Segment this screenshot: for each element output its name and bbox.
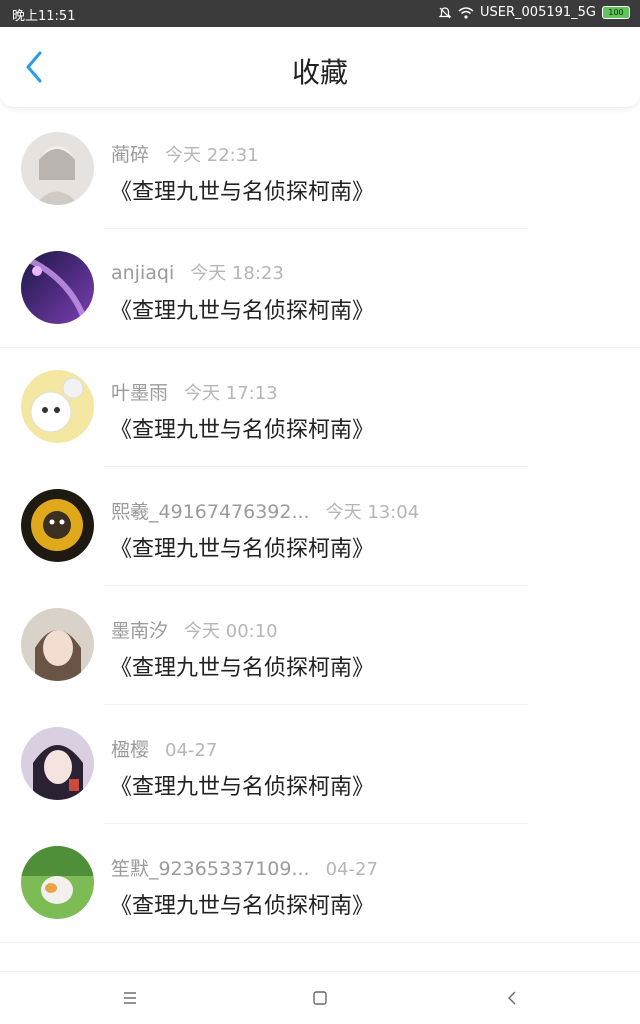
item-meta: 熙羲_49167476392... 今天 13:04 bbox=[111, 497, 419, 524]
status-time: 晚上11:51 bbox=[12, 9, 76, 24]
item-meta: 叶墨雨 今天 17:13 bbox=[111, 378, 278, 405]
user-name: 叶墨雨 bbox=[111, 382, 169, 404]
home-button[interactable] bbox=[306, 984, 334, 1012]
list-item[interactable]: 笙默_92365337109... 04-27 《查理九世与名侦探柯南》 bbox=[0, 824, 640, 943]
user-name: 楹樱 bbox=[111, 739, 150, 761]
item-title: 《查理九世与名侦探柯南》 bbox=[110, 537, 375, 562]
item-title: 《查理九世与名侦探柯南》 bbox=[110, 180, 375, 205]
back-nav-icon bbox=[508, 991, 516, 1005]
item-meta: 蔺碎 今天 22:31 bbox=[111, 140, 259, 167]
user-name: anjiaqi bbox=[111, 262, 175, 284]
item-meta: anjiaqi 今天 18:23 bbox=[111, 259, 284, 285]
item-meta: 笙默_92365337109... 04-27 bbox=[111, 854, 378, 881]
menu-button[interactable] bbox=[116, 984, 144, 1012]
item-title: 《查理九世与名侦探柯南》 bbox=[110, 775, 375, 800]
list-item[interactable]: 墨南汐 今天 00:10 《查理九世与名侦探柯南》 bbox=[0, 586, 640, 705]
favorites-list: 蔺碎 今天 22:31 《查理九世与名侦探柯南》 anjiaqi 今天 18:23 … bbox=[0, 110, 640, 968]
network-name: USER_005191_5G bbox=[480, 5, 596, 20]
item-meta: 墨南汐 今天 00:10 bbox=[111, 616, 278, 643]
list-item[interactable]: 蔺碎 今天 22:31 《查理九世与名侦探柯南》 bbox=[0, 110, 640, 229]
user-name: 熙羲_49167476392... bbox=[111, 501, 310, 523]
avatar bbox=[21, 370, 94, 443]
item-time: 今天 18:23 bbox=[190, 263, 284, 284]
item-time: 今天 00:10 bbox=[184, 621, 278, 642]
item-title: 《查理九世与名侦探柯南》 bbox=[110, 418, 375, 443]
item-title: 《查理九世与名侦探柯南》 bbox=[110, 894, 375, 919]
home-icon bbox=[313, 991, 327, 1005]
system-nav-bar bbox=[0, 971, 640, 1024]
avatar bbox=[21, 489, 94, 562]
item-title: 《查理九世与名侦探柯南》 bbox=[110, 299, 375, 324]
divider bbox=[0, 942, 640, 943]
item-time: 今天 22:31 bbox=[165, 145, 259, 166]
header-bar: 收藏 bbox=[0, 27, 640, 108]
list-item[interactable]: 楹樱 04-27 《查理九世与名侦探柯南》 bbox=[0, 705, 640, 824]
avatar bbox=[21, 846, 94, 919]
wifi-icon bbox=[458, 6, 474, 19]
list-item[interactable]: anjiaqi 今天 18:23 《查理九世与名侦探柯南》 bbox=[0, 229, 640, 348]
item-time: 04-27 bbox=[325, 859, 378, 880]
item-time: 04-27 bbox=[165, 740, 218, 761]
user-name: 墨南汐 bbox=[111, 620, 169, 642]
status-bar: 晚上11:51 USER_005191_5G 100 bbox=[0, 0, 640, 27]
avatar bbox=[21, 608, 94, 681]
status-right: USER_005191_5G 100 bbox=[438, 5, 630, 20]
list-item[interactable]: 叶墨雨 今天 17:13 《查理九世与名侦探柯南》 bbox=[0, 348, 640, 467]
item-time: 今天 13:04 bbox=[325, 502, 420, 523]
item-title: 《查理九世与名侦探柯南》 bbox=[110, 656, 375, 681]
list-item[interactable]: 熙羲_49167476392... 今天 13:04 《查理九世与名侦探柯南》 bbox=[0, 467, 640, 586]
item-time: 今天 17:13 bbox=[184, 383, 278, 404]
menu-icon bbox=[124, 992, 136, 1004]
item-meta: 楹樱 04-27 bbox=[111, 735, 217, 762]
battery-icon: 100 bbox=[602, 6, 630, 19]
user-name: 笙默_92365337109... bbox=[111, 858, 310, 880]
back-nav-button[interactable] bbox=[498, 984, 526, 1012]
avatar bbox=[21, 251, 94, 324]
avatar bbox=[21, 132, 94, 205]
page-title: 收藏 bbox=[291, 56, 348, 89]
mute-icon bbox=[438, 6, 452, 18]
user-name: 蔺碎 bbox=[111, 144, 150, 166]
avatar bbox=[21, 727, 94, 800]
